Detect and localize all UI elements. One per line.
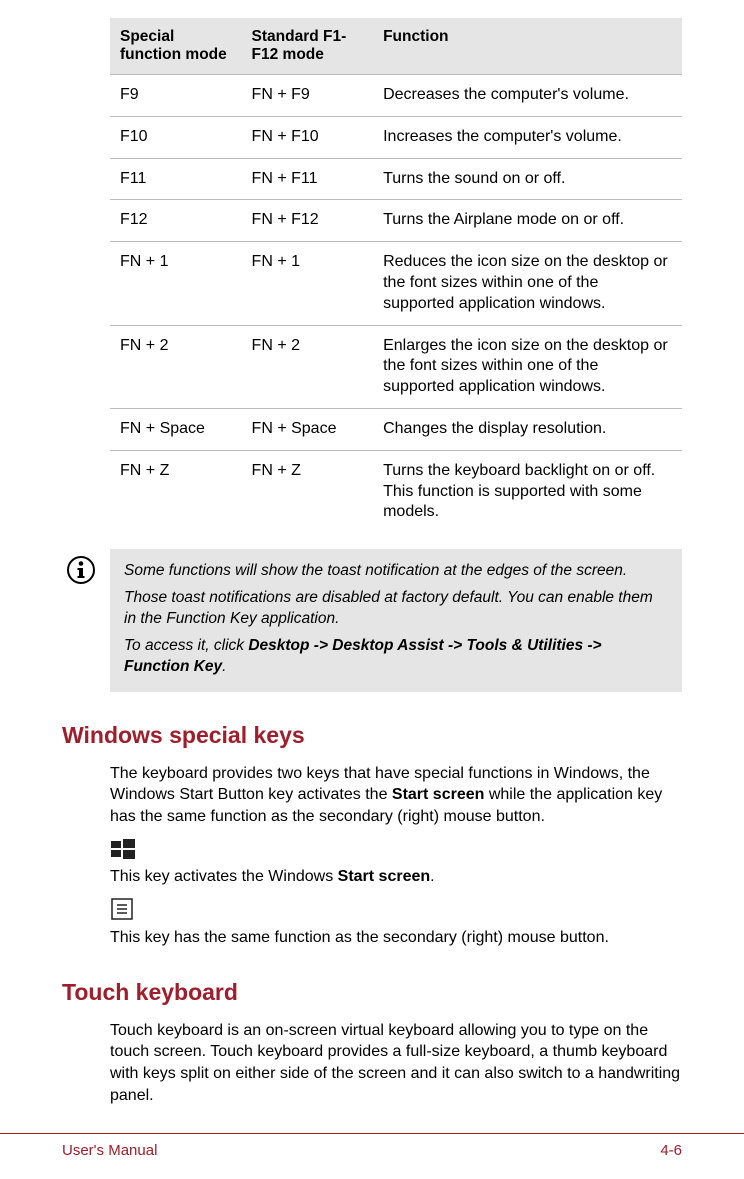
- table-cell: FN + 1: [110, 242, 242, 325]
- win-keys-para-3: This key has the same function as the se…: [110, 927, 682, 949]
- table-cell: FN + F12: [242, 200, 374, 242]
- table-cell: FN + 2: [242, 325, 374, 408]
- table-cell: Decreases the computer's volume.: [373, 75, 682, 117]
- col-standard: Standard F1-F12 mode: [242, 18, 374, 75]
- note-line-2: Those toast notifications are disabled a…: [124, 588, 668, 630]
- table-cell: Turns the keyboard backlight on or off. …: [373, 450, 682, 533]
- application-key-icon: [110, 897, 682, 921]
- table-cell: Turns the Airplane mode on or off.: [373, 200, 682, 242]
- table-cell: FN + F9: [242, 75, 374, 117]
- touch-keyboard-para-1: Touch keyboard is an on-screen virtual k…: [110, 1020, 682, 1106]
- win-keys-para-2: This key activates the Windows Start scr…: [110, 866, 682, 888]
- col-function: Function: [373, 18, 682, 75]
- page-footer: User's Manual 4-6: [0, 1133, 744, 1159]
- table-cell: FN + F10: [242, 116, 374, 158]
- note-line-3: To access it, click Desktop -> Desktop A…: [124, 636, 668, 678]
- table-cell: FN + Space: [110, 408, 242, 450]
- info-icon: [66, 555, 96, 585]
- footer-right: 4-6: [660, 1142, 682, 1159]
- table-cell: F11: [110, 158, 242, 200]
- table-cell: F10: [110, 116, 242, 158]
- table-cell: Turns the sound on or off.: [373, 158, 682, 200]
- info-note-box: Some functions will show the toast notif…: [110, 549, 682, 692]
- table-cell: FN + Space: [242, 408, 374, 450]
- footer-left: User's Manual: [62, 1142, 157, 1159]
- table-cell: F12: [110, 200, 242, 242]
- table-row: F11FN + F11Turns the sound on or off.: [110, 158, 682, 200]
- section-touch-keyboard-title: Touch keyboard: [62, 979, 682, 1006]
- table-cell: Reduces the icon size on the desktop or …: [373, 242, 682, 325]
- table-cell: Changes the display resolution.: [373, 408, 682, 450]
- table-row: FN + 1FN + 1Reduces the icon size on the…: [110, 242, 682, 325]
- table-cell: F9: [110, 75, 242, 117]
- section-windows-special-keys-title: Windows special keys: [62, 722, 682, 749]
- table-body: F9FN + F9Decreases the computer's volume…: [110, 75, 682, 534]
- note-line-1: Some functions will show the toast notif…: [124, 561, 668, 582]
- function-key-table: Special function mode Standard F1-F12 mo…: [110, 18, 682, 533]
- page-content: Special function mode Standard F1-F12 mo…: [0, 0, 744, 1106]
- table-row: F10FN + F10Increases the computer's volu…: [110, 116, 682, 158]
- table-row: FN + ZFN + ZTurns the keyboard backlight…: [110, 450, 682, 533]
- table-cell: FN + F11: [242, 158, 374, 200]
- col-special: Special function mode: [110, 18, 242, 75]
- table-cell: FN + 1: [242, 242, 374, 325]
- table-cell: Increases the computer's volume.: [373, 116, 682, 158]
- table-row: FN + 2FN + 2Enlarges the icon size on th…: [110, 325, 682, 408]
- table-header-row: Special function mode Standard F1-F12 mo…: [110, 18, 682, 75]
- table-cell: FN + Z: [242, 450, 374, 533]
- table-row: F12FN + F12Turns the Airplane mode on or…: [110, 200, 682, 242]
- section-windows-special-keys-body: The keyboard provides two keys that have…: [110, 763, 682, 949]
- windows-key-icon: [110, 838, 682, 860]
- table-row: FN + SpaceFN + SpaceChanges the display …: [110, 408, 682, 450]
- table-cell: FN + Z: [110, 450, 242, 533]
- win-keys-para-1: The keyboard provides two keys that have…: [110, 763, 682, 828]
- section-touch-keyboard-body: Touch keyboard is an on-screen virtual k…: [110, 1020, 682, 1106]
- function-key-table-wrap: Special function mode Standard F1-F12 mo…: [110, 18, 682, 692]
- table-cell: FN + 2: [110, 325, 242, 408]
- table-cell: Enlarges the icon size on the desktop or…: [373, 325, 682, 408]
- table-row: F9FN + F9Decreases the computer's volume…: [110, 75, 682, 117]
